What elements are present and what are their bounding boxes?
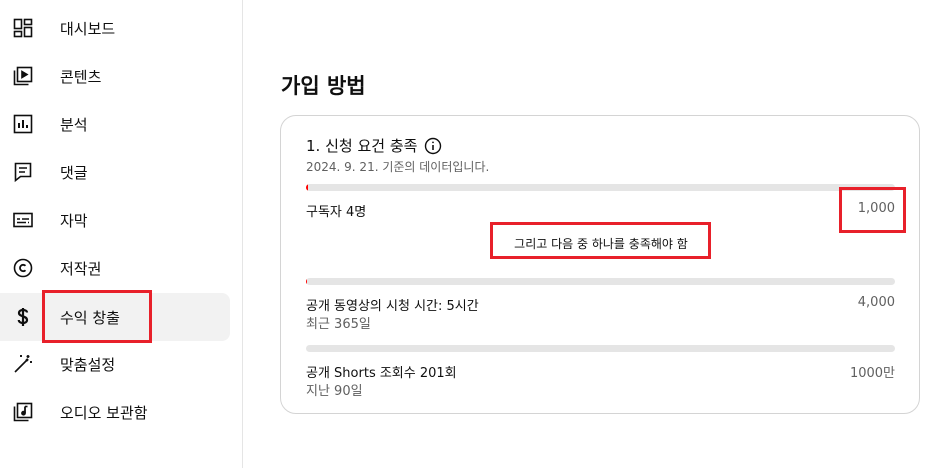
sidebar-item-label: 분석 [60,115,88,134]
sidebar-item-label: 오디오 보관함 [60,403,148,422]
analytics-icon [11,112,35,136]
data-date-note: 2024. 9. 21. 기준의 데이터입니다. [306,160,490,174]
copyright-icon [11,256,35,280]
watch-hours-progress-bar [306,278,895,285]
sidebar-item-customization[interactable]: 맞춤설정 [0,340,230,388]
dollar-icon [11,305,35,329]
sidebar-item-audio-library[interactable]: 오디오 보관함 [0,388,230,436]
magic-wand-icon [11,352,35,376]
sidebar-item-label: 대시보드 [60,19,116,38]
subtitles-icon [11,208,35,232]
watch-hours-label: 공개 동영상의 시청 시간: 5시간 [306,299,479,314]
highlight-box-monetization [42,290,152,343]
sidebar-item-label: 저작권 [60,259,102,278]
shorts-views-progress-bar [306,345,895,352]
shorts-views-goal: 1000만 [849,366,895,381]
shorts-views-label: 공개 Shorts 조회수 201회 [306,366,457,381]
watch-hours-period: 최근 365일 [306,317,371,332]
audio-library-icon [11,400,35,424]
dashboard-icon [11,16,35,40]
sidebar-item-label: 맞춤설정 [60,355,116,374]
shorts-views-period: 지난 90일 [306,384,363,399]
sidebar-item-copyright[interactable]: 저작권 [0,244,230,292]
sidebar-item-content[interactable]: 콘텐츠 [0,52,230,100]
sidebar-item-dashboard[interactable]: 대시보드 [0,4,230,52]
sidebar-item-label: 자막 [60,211,88,230]
content-icon [11,64,35,88]
card-heading: 1. 신청 요건 충족 [306,135,442,156]
subscribers-label: 구독자 4명 [306,205,367,220]
info-icon[interactable] [424,137,442,155]
page-title: 가입 방법 [281,74,366,98]
sidebar-item-analytics[interactable]: 분석 [0,100,230,148]
sidebar-item-subtitles[interactable]: 자막 [0,196,230,244]
subscribers-progress-fill [306,184,309,191]
card-heading-text: 1. 신청 요건 충족 [306,137,418,155]
subscribers-progress-bar [306,184,895,191]
comments-icon [11,160,35,184]
eligibility-card: 1. 신청 요건 충족 2024. 9. 21. 기준의 데이터입니다. 구독자… [280,115,920,414]
sidebar-item-label: 댓글 [60,163,88,182]
watch-hours-goal: 4,000 [857,295,895,310]
highlight-box-subscriber-goal [839,187,906,233]
sidebar: 대시보드 콘텐츠 분석 댓글 자막 저작권 수익 창출 맞춤설정 오디오 보관함 [0,0,243,468]
watch-hours-progress-fill [306,278,307,285]
sidebar-item-label: 콘텐츠 [60,67,102,86]
sidebar-item-comments[interactable]: 댓글 [0,148,230,196]
highlight-box-and-condition [490,222,711,259]
